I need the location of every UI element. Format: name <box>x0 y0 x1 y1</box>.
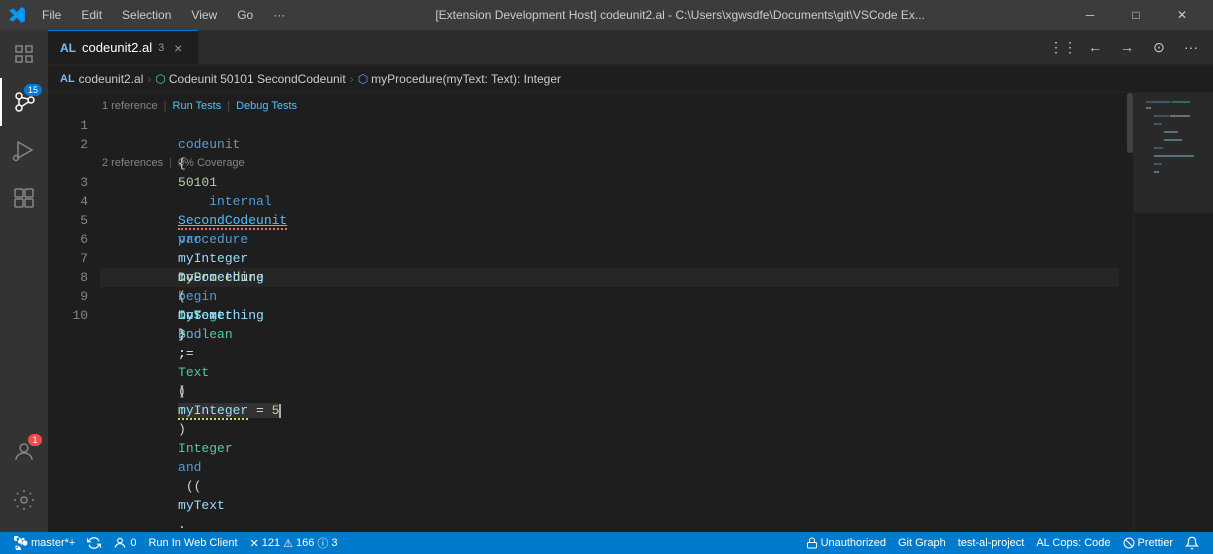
maximize-button[interactable]: □ <box>1113 0 1159 30</box>
menu-edit[interactable]: Edit <box>73 6 110 24</box>
errors-icon: ✕ <box>250 537 259 550</box>
reference-hint-line2: 2 references | 0% Coverage <box>100 154 1119 173</box>
status-person[interactable]: 0 <box>107 532 142 554</box>
code-content[interactable]: 1 reference | Run Tests | Debug Tests co… <box>96 93 1119 532</box>
window-controls: ─ □ ✕ <box>1067 0 1205 30</box>
status-unauthorized[interactable]: Unauthorized <box>800 532 892 554</box>
breadcrumb-file[interactable]: codeunit2.al <box>79 72 144 86</box>
type-Integer-return: Integer <box>178 441 233 456</box>
tab-close-button[interactable]: × <box>170 40 186 56</box>
selected-text: myInteger = 5 <box>178 403 279 418</box>
editor-area: AL codeunit2.al 3 × ⋮⋮ ← → ⊙ ··· AL code… <box>48 30 1213 532</box>
activity-bar: 15 1 <box>0 30 48 532</box>
kw-and: and <box>178 460 201 475</box>
go-back-button[interactable]: ← <box>1081 33 1109 61</box>
vscode-icon <box>8 6 26 24</box>
al-cops-label: AL Cops: Code <box>1036 537 1110 549</box>
activity-account[interactable]: 1 <box>0 428 48 476</box>
menu-file[interactable]: File <box>34 6 69 24</box>
status-run-web[interactable]: Run In Web Client <box>142 532 243 554</box>
unauthorized-label: Unauthorized <box>821 537 886 549</box>
activity-run[interactable] <box>0 126 48 174</box>
git-graph-label: Git Graph <box>898 537 946 549</box>
project-label: test-al-project <box>958 537 1025 549</box>
status-errors[interactable]: ✕ 121 ⚠ 166 ⓘ 3 <box>244 532 344 554</box>
status-prettier[interactable]: Prettier <box>1117 532 1179 554</box>
reference-hint-line1: 1 reference | Run Tests | Debug Tests <box>100 97 1119 116</box>
vertical-scrollbar[interactable] <box>1119 93 1133 532</box>
menu-bar: File Edit Selection View Go ··· <box>34 6 293 24</box>
activity-extensions[interactable] <box>0 174 48 222</box>
close-button[interactable]: ✕ <box>1159 0 1205 30</box>
code-line-1: codeunit 50101 SecondCodeunit <box>100 116 1119 135</box>
main-layout: 15 1 <box>0 30 1213 532</box>
tab-codeunit2[interactable]: AL codeunit2.al 3 × <box>48 30 199 64</box>
tab-actions: ⋮⋮ ← → ⊙ ··· <box>1049 30 1213 64</box>
code-line-4: var <box>100 192 1119 211</box>
account-badge: 1 <box>28 434 42 446</box>
status-al-cops[interactable]: AL Cops: Code <box>1030 532 1116 554</box>
ref-count-1: 1 reference <box>102 97 158 116</box>
code-editor[interactable]: 1 2 3 4 5 6 7 8 9 10 1 reference | Run T… <box>48 93 1213 532</box>
debug-tests-link[interactable]: Debug Tests <box>236 97 297 116</box>
breadcrumb-codeunit[interactable]: ⬡ Codeunit 50101 SecondCodeunit <box>155 72 345 86</box>
branch-name: master*+ <box>31 537 75 549</box>
status-notifications[interactable] <box>1179 532 1205 554</box>
minimize-button[interactable]: ─ <box>1067 0 1113 30</box>
line-numbers: 1 2 3 4 5 6 7 8 9 10 <box>48 93 96 532</box>
run-web-label: Run In Web Client <box>148 537 237 549</box>
code-line-6: DoSomething : Boolean ; <box>100 230 1119 249</box>
split-editor-button[interactable]: ⋮⋮ <box>1049 33 1077 61</box>
breadcrumb-lang: AL <box>60 73 75 85</box>
status-bar: master*+ 0 Run In Web Client ✕ 121 ⚠ 166… <box>0 532 1213 554</box>
activity-source-control[interactable]: 15 <box>0 78 48 126</box>
codeunit-icon: ⬡ <box>155 72 165 86</box>
menu-go[interactable]: Go <box>229 6 261 24</box>
info-icon: ⓘ <box>317 535 328 551</box>
code-line-3: internal procedure myProcedure ( myText … <box>100 173 1119 192</box>
minimap <box>1133 93 1213 532</box>
go-forward-button[interactable]: → <box>1113 33 1141 61</box>
tab-lang-label: AL <box>60 41 76 55</box>
menu-view[interactable]: View <box>183 6 225 24</box>
info-count: 3 <box>331 537 337 549</box>
tab-filename: codeunit2.al <box>82 40 152 55</box>
code-line-2: { <box>100 135 1119 154</box>
titlebar: File Edit Selection View Go ··· [Extensi… <box>0 0 1213 30</box>
source-control-badge: 15 <box>24 84 42 96</box>
code-line-9: end ; <box>100 287 1119 306</box>
text-cursor <box>279 404 281 418</box>
code-line-7: begin <box>100 249 1119 268</box>
breadcrumb: AL codeunit2.al › ⬡ Codeunit 50101 Secon… <box>48 65 1213 93</box>
warnings-count: 166 <box>296 537 314 549</box>
warnings-icon: ⚠ <box>283 537 293 550</box>
status-branch[interactable]: master*+ <box>8 532 81 554</box>
code-line-10: } <box>100 306 1119 325</box>
person-count: 0 <box>130 537 136 549</box>
activity-explorer[interactable] <box>0 30 48 78</box>
breadcrumb-procedure[interactable]: ⬡ myProcedure(myText: Text): Integer <box>358 72 561 86</box>
tab-modified: 3 <box>158 42 164 54</box>
status-project[interactable]: test-al-project <box>952 532 1031 554</box>
open-changes-button[interactable]: ⊙ <box>1145 33 1173 61</box>
activity-settings[interactable] <box>0 476 48 524</box>
code-line-5: myInteger : Integer ; <box>100 211 1119 230</box>
run-tests-link[interactable]: Run Tests <box>173 97 222 116</box>
tab-bar: AL codeunit2.al 3 × ⋮⋮ ← → ⊙ ··· <box>48 30 1213 65</box>
menu-more[interactable]: ··· <box>265 6 293 24</box>
procedure-icon: ⬡ <box>358 72 368 86</box>
status-git-graph[interactable]: Git Graph <box>892 532 952 554</box>
prettier-label: Prettier <box>1138 537 1173 549</box>
more-actions-button[interactable]: ··· <box>1177 33 1205 61</box>
errors-count: 121 <box>262 537 280 549</box>
status-sync[interactable] <box>81 532 107 554</box>
window-title: [Extension Development Host] codeunit2.a… <box>301 8 1059 22</box>
menu-selection[interactable]: Selection <box>114 6 179 24</box>
coverage-hint: 0% Coverage <box>178 154 245 173</box>
code-line-8: DoSomething := ( myInteger = 5 ) and (( … <box>100 268 1119 287</box>
